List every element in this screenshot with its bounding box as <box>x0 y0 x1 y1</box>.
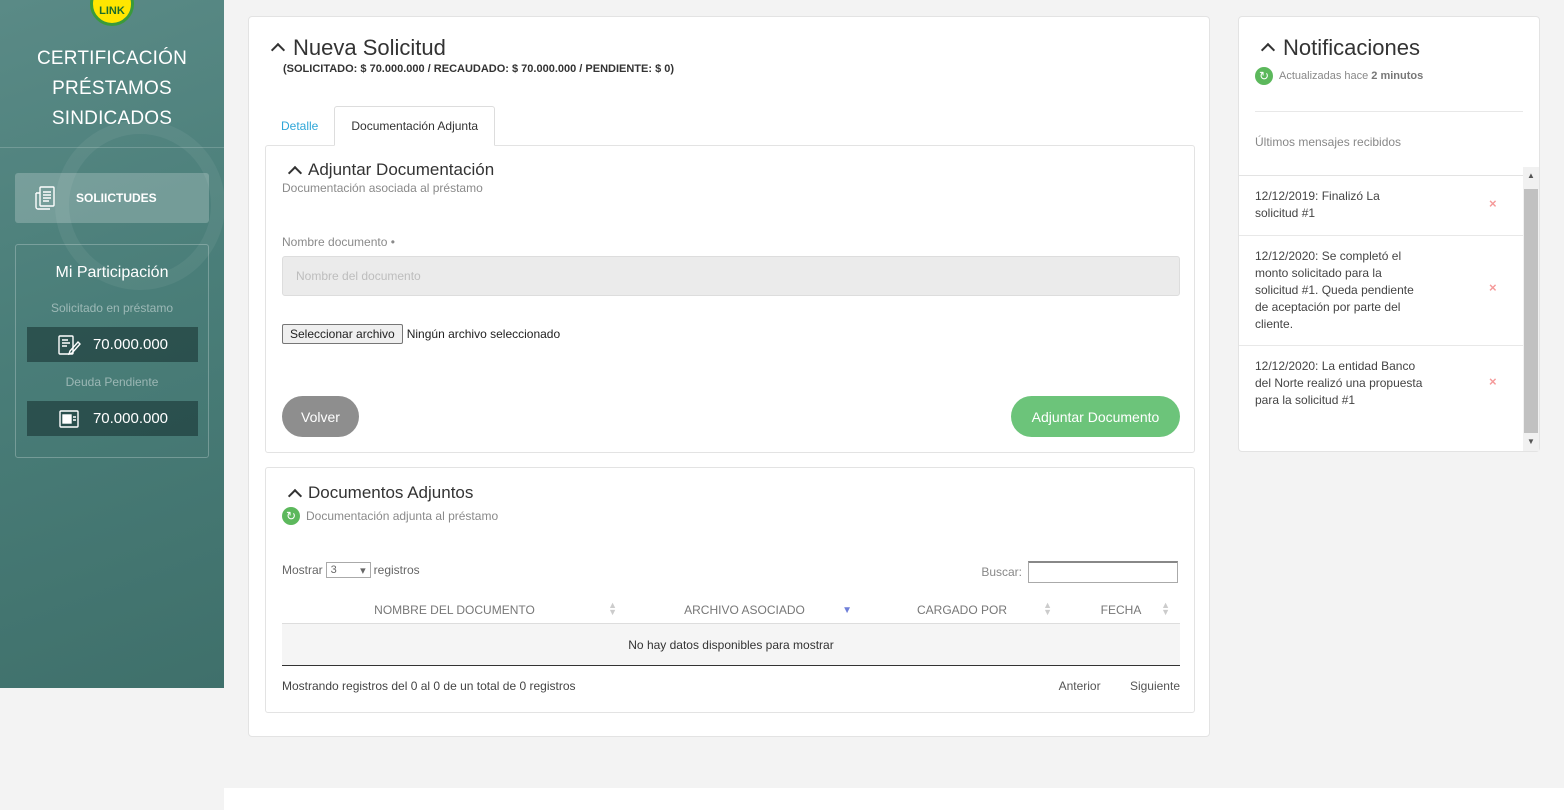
pending-label: Deuda Pendiente <box>65 375 159 389</box>
dismiss-icon[interactable]: × <box>1489 279 1497 296</box>
tab-bar: Detalle Documentación Adjunta <box>265 106 496 146</box>
contract-icon <box>58 334 81 355</box>
page-length-select[interactable]: 3 ▾ <box>325 562 371 578</box>
sort-icon: ▲ ▼ <box>1161 600 1170 617</box>
scroll-thumb[interactable] <box>1524 189 1538 433</box>
notifications-divider <box>1255 111 1523 112</box>
attach-document-button[interactable]: Adjuntar Documento <box>1011 396 1180 437</box>
participation-panel: Mi Participación Solicitado en préstamo … <box>15 244 209 458</box>
chevron-up-icon[interactable] <box>271 41 285 55</box>
search-input[interactable] <box>1028 561 1178 583</box>
dismiss-icon[interactable]: × <box>1489 373 1497 390</box>
pending-value: 70.000.000 <box>27 401 198 436</box>
file-picker: Seleccionar archivo Ningún archivo selec… <box>282 324 560 344</box>
scroll-down-icon[interactable]: ▼ <box>1523 435 1539 449</box>
tab-detalle[interactable]: Detalle <box>265 106 334 146</box>
dismiss-icon[interactable]: × <box>1489 195 1497 212</box>
documents-title[interactable]: Documentos Adjuntos <box>288 483 473 503</box>
requested-value: 70.000.000 <box>27 327 198 362</box>
sort-icon: ▲ ▼ <box>608 600 617 617</box>
sort-icon: ▲ ▼ <box>1043 600 1052 617</box>
column-header-fecha[interactable]: FECHA ▲ ▼ <box>1062 596 1180 623</box>
chevron-up-icon[interactable] <box>288 164 300 176</box>
notification-item: 12/12/2020: Se completó el monto solicit… <box>1239 236 1523 346</box>
last-messages-label: Últimos mensajes recibidos <box>1255 135 1402 149</box>
table-footer: Mostrando registros del 0 al 0 de un tot… <box>282 679 1180 693</box>
table-search: Buscar: <box>981 561 1178 583</box>
previous-page-button[interactable]: Anterior <box>1059 679 1101 693</box>
document-name-input[interactable] <box>282 256 1180 296</box>
scroll-up-icon[interactable]: ▲ <box>1523 169 1539 183</box>
link-logo[interactable]: LINK <box>90 0 134 26</box>
main-title[interactable]: Nueva Solicitud <box>271 35 446 61</box>
file-status: Ningún archivo seleccionado <box>406 327 561 341</box>
documents-panel: Documentos Adjuntos ↻ Documentación adju… <box>265 467 1195 713</box>
sort-desc-icon: ▼ <box>842 605 852 616</box>
column-header-cargado[interactable]: CARGADO POR ▲ ▼ <box>862 596 1062 623</box>
participation-title: Mi Participación <box>55 264 169 281</box>
page-length-control: Mostrar 3 ▾ registros <box>282 562 420 578</box>
notification-item: 12/12/2019: Finalizó La solicitud #1 × <box>1239 176 1523 236</box>
nav-solicitudes-button[interactable]: SOLIICTUDES <box>15 173 209 223</box>
notifications-list: 12/12/2019: Finalizó La solicitud #1 × 1… <box>1239 175 1523 453</box>
notification-item: 12/12/2020: La entidad Banco del Norte r… <box>1255 359 1497 407</box>
notifications-updated: ↻ Actualizadas hace 2 minutos <box>1255 67 1423 85</box>
table-empty-row: No hay datos disponibles para mostrar <box>282 624 1180 666</box>
notifications-panel: Notificaciones ↻ Actualizadas hace 2 min… <box>1238 16 1540 452</box>
document-list-icon <box>35 186 55 210</box>
choose-file-button[interactable]: Seleccionar archivo <box>282 324 403 344</box>
chevron-up-icon[interactable] <box>288 487 300 499</box>
column-header-nombre[interactable]: NOMBRE DEL DOCUMENTO ▲ ▼ <box>282 596 627 623</box>
footer-strip <box>224 788 1564 810</box>
bill-icon <box>59 409 79 428</box>
requested-label: Solicitado en préstamo <box>50 301 174 315</box>
notifications-title[interactable]: Notificaciones <box>1261 35 1420 61</box>
refresh-icon[interactable]: ↻ <box>1255 67 1273 85</box>
brand-title: CERTIFICACIÓN PRÉSTAMOS SINDICADOS <box>36 48 188 129</box>
tab-documentacion-adjunta[interactable]: Documentación Adjunta <box>334 106 496 146</box>
refresh-icon[interactable]: ↻ <box>282 507 300 525</box>
chevron-up-icon[interactable] <box>1261 41 1275 55</box>
table-info: Mostrando registros del 0 al 0 de un tot… <box>282 679 576 693</box>
attach-title[interactable]: Adjuntar Documentación <box>288 160 494 180</box>
next-page-button[interactable]: Siguiente <box>1130 679 1180 693</box>
main-card: Nueva Solicitud (SOLICITADO: $ 70.000.00… <box>248 16 1210 737</box>
loan-summary: (SOLICITADO: $ 70.000.000 / RECAUDADO: $… <box>283 63 675 75</box>
documents-table: NOMBRE DEL DOCUMENTO ▲ ▼ ARCHIVO ASOCIADO… <box>282 596 1180 666</box>
pagination: Anterior Siguiente <box>1033 679 1180 693</box>
back-button[interactable]: Volver <box>282 396 359 437</box>
sidebar-divider <box>0 147 224 148</box>
documents-subtitle: ↻ Documentación adjunta al préstamo <box>282 507 498 525</box>
document-name-label: Nombre documento • <box>282 235 395 249</box>
attach-panel: Adjuntar Documentación Documentación aso… <box>265 145 1195 453</box>
sidebar: LINK CERTIFICACIÓN PRÉSTAMOS SINDICADOS … <box>0 0 224 688</box>
table-header: NOMBRE DEL DOCUMENTO ▲ ▼ ARCHIVO ASOCIADO… <box>282 596 1180 624</box>
notifications-scrollbar[interactable]: ▲ ▼ <box>1523 167 1539 451</box>
column-header-archivo[interactable]: ARCHIVO ASOCIADO ▼ <box>627 596 862 623</box>
attach-subtitle: Documentación asociada al préstamo <box>282 181 483 195</box>
dropdown-arrow-icon: ▾ <box>360 564 366 577</box>
